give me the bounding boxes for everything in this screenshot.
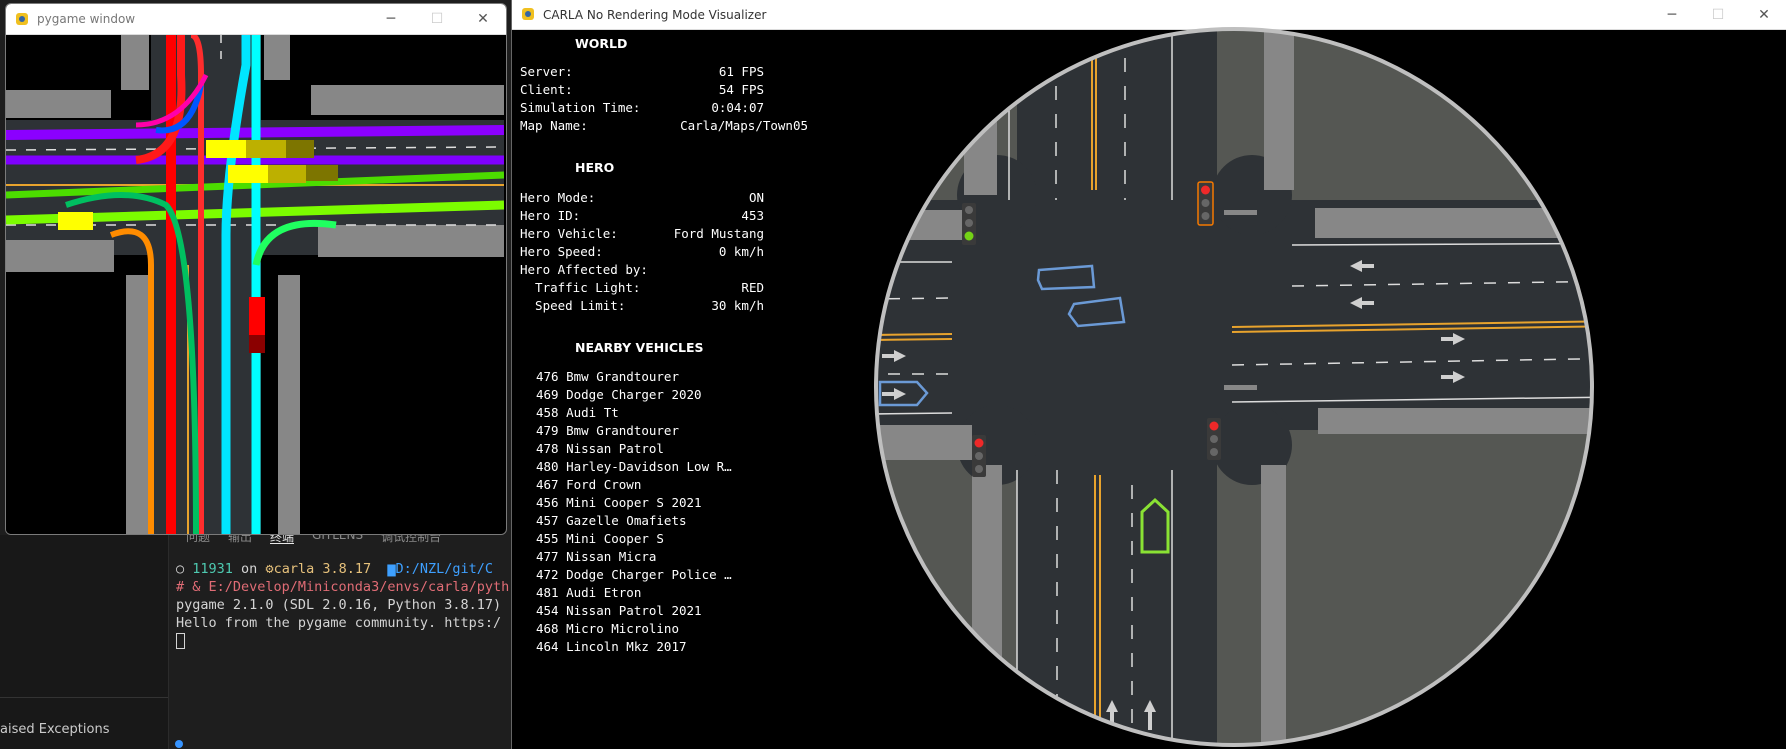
nearby-vehicle-item: 472 Dodge Charger Police …: [536, 567, 732, 582]
terminal-command: # & E:/Develop/Miniconda3/envs/carla/pyt…: [176, 579, 510, 595]
world-title: WORLD: [575, 36, 628, 51]
hero-title: HERO: [575, 160, 615, 175]
minimize-icon[interactable]: ─: [368, 4, 414, 34]
nearby-vehicle-item: 481 Audi Etron: [536, 585, 642, 600]
terminal-line-hello: Hello from the pygame community. https:/: [176, 615, 502, 631]
prompt-path: D:/NZL/git/C: [395, 561, 494, 577]
nearby-vehicle-item: 464 Lincoln Mkz 2017: [536, 639, 687, 654]
traffic-light-icon: [1197, 181, 1214, 226]
sidewalk: [121, 35, 149, 90]
folder-icon: ▆: [387, 561, 396, 577]
pygame-window[interactable]: pygame window ─ ☐ ✕: [5, 3, 507, 535]
sidewalk: [1261, 465, 1286, 744]
prompt-pid: 11931: [192, 561, 233, 577]
nearby-vehicle-item: 480 Harley-Davidson Low R…: [536, 459, 732, 474]
hud-row: Hero Affected by:: [520, 262, 648, 277]
vehicle-marker: [246, 140, 286, 158]
maximize-icon[interactable]: ☐: [414, 4, 460, 34]
hero-marker: [249, 335, 265, 353]
prompt-env: carla 3.8.17: [273, 561, 372, 577]
sidewalk: [877, 210, 972, 240]
terminal-line-pygame-version: pygame 2.1.0 (SDL 2.0.16, Python 3.8.17): [176, 597, 502, 613]
vehicle-marker: [228, 165, 268, 183]
status-dot: [175, 740, 183, 748]
path-planning-canvas[interactable]: [6, 35, 504, 535]
hud-row: Server: 61 FPS: [520, 64, 764, 79]
nearby-vehicle-item: 478 Nissan Patrol: [536, 441, 664, 456]
nearby-vehicle-item: 455 Mini Cooper S: [536, 531, 664, 546]
nearby-vehicle-item: 454 Nissan Patrol 2021: [536, 603, 702, 618]
traffic-light-icon: [972, 435, 986, 477]
breakpoints-raised-exceptions[interactable]: aised Exceptions: [0, 722, 109, 737]
nearby-vehicle-item: 467 Ford Crown: [536, 477, 642, 492]
vehicle-marker: [206, 140, 246, 158]
nearby-vehicle-item: 456 Mini Cooper S 2021: [536, 495, 702, 510]
hud-row: Hero Mode: ON: [520, 190, 764, 205]
sidewalk: [311, 85, 504, 115]
sidewalk: [1264, 30, 1294, 190]
hud-row: Simulation Time: 0:04:07: [520, 100, 764, 115]
nearby-vehicle-item: 479 Bmw Grandtourer: [536, 423, 679, 438]
hud-row: Traffic Light: RED: [520, 280, 764, 295]
pygame-icon: [16, 13, 28, 25]
nearby-vehicle-item: 476 Bmw Grandtourer: [536, 369, 679, 384]
sidewalk: [6, 90, 111, 118]
nearby-vehicles-title: NEARBY VEHICLES: [575, 340, 704, 355]
carla-window[interactable]: CARLA No Rendering Mode Visualizer ─ ☐ ✕: [511, 0, 1786, 749]
vehicle-marker: [306, 165, 338, 181]
ide-sidebar: [0, 535, 169, 749]
sidewalk: [1315, 208, 1591, 238]
sidewalk: [264, 35, 290, 80]
hud-row: Hero Speed: 0 km/h: [520, 244, 764, 259]
sidewalk: [318, 225, 504, 257]
nearby-vehicle-item: 458 Audi Tt: [536, 405, 619, 420]
prompt-circle-icon: ○: [176, 561, 193, 577]
nearby-vehicle-item: 457 Gazelle Omafiets: [536, 513, 687, 528]
sidewalk: [278, 275, 300, 534]
vehicle-marker: [268, 165, 306, 183]
nearby-vehicle-item: 468 Micro Microlino: [536, 621, 679, 636]
prompt-on: on: [232, 561, 266, 577]
python-icon: ⚙: [265, 561, 274, 577]
traffic-light-icon: [1207, 418, 1221, 460]
sidewalk: [1318, 408, 1591, 434]
hud-row: Hero Vehicle: Ford Mustang: [520, 226, 764, 241]
sidewalk: [6, 240, 114, 272]
hud-row: Hero ID: 453: [520, 208, 764, 223]
sidewalk: [972, 465, 1002, 744]
nearby-vehicle-item: 469 Dodge Charger 2020: [536, 387, 702, 402]
hud-row: Speed Limit: 30 km/h: [520, 298, 764, 313]
sidebar-divider: [0, 697, 168, 698]
pygame-window-title: pygame window: [37, 12, 136, 26]
vehicle-marker: [58, 212, 93, 230]
sidewalk: [964, 60, 997, 195]
hud-row: Client: 54 FPS: [520, 82, 764, 97]
hud-row: Map Name: Carla/Maps/Town05: [520, 118, 808, 133]
nearby-vehicle-item: 477 Nissan Micra: [536, 549, 657, 564]
terminal-output[interactable]: ○ 11931 on ⚙carla 3.8.17 ▆D:/NZL/git/C #…: [176, 560, 509, 650]
traffic-light-icon: [962, 203, 976, 245]
pygame-titlebar[interactable]: pygame window ─ ☐ ✕: [6, 4, 506, 35]
close-icon[interactable]: ✕: [460, 4, 506, 34]
vehicle-marker: [286, 140, 314, 158]
hero-marker: [249, 297, 265, 335]
terminal-cursor: [176, 633, 185, 649]
